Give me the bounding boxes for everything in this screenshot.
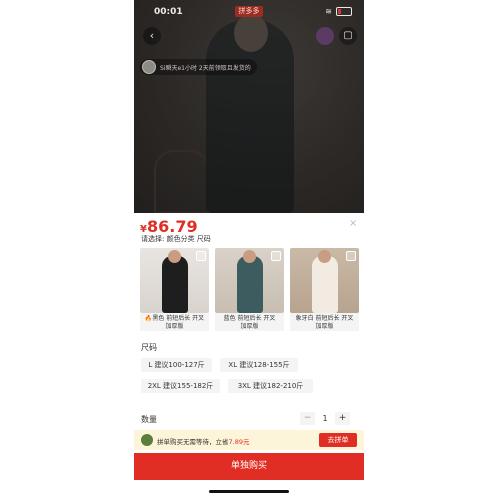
variant-label-line1: 黑色 前短后长 开叉	[152, 315, 205, 322]
variant-blue[interactable]: 蓝色 前短后长 开叉 加厚版	[215, 248, 284, 331]
size-option-xl[interactable]: XL 建议128-155斤	[220, 358, 298, 372]
chevron-left-icon: ‹	[149, 29, 155, 42]
quantity-stepper: − 1 +	[300, 412, 350, 425]
quantity-minus-button[interactable]: −	[300, 412, 315, 425]
dress-shape	[237, 256, 263, 313]
zoom-icon[interactable]	[271, 251, 281, 261]
status-icons: ≋	[325, 7, 352, 16]
variant-label-line2: 加厚版	[240, 322, 259, 330]
model-face	[243, 250, 256, 263]
variant-thumb	[290, 248, 359, 313]
variant-label: 象牙白 前短后长 开叉 加厚版	[290, 313, 359, 331]
variant-label-line2: 加厚版	[315, 322, 334, 330]
group-buy-prefix: 拼单购买无需等待，立省	[157, 438, 229, 446]
model-face	[318, 250, 331, 263]
variant-label: 🔥黑色 前短后长 开叉 加厚版	[140, 313, 209, 331]
quantity-value[interactable]: 1	[315, 414, 335, 423]
avatar	[141, 434, 153, 446]
wifi-icon: ≋	[325, 7, 332, 16]
select-hint: 请选择: 颜色分类 尺码	[141, 235, 211, 243]
more-icon: ▢	[343, 30, 353, 41]
dress-shape	[162, 256, 188, 313]
size-option-2xl[interactable]: 2XL 建议155-182斤	[141, 379, 220, 393]
app-badge: 拼多多	[235, 6, 263, 17]
home-indicator	[209, 490, 289, 493]
variant-label-line1: 蓝色 前短后长 开叉	[223, 315, 276, 322]
notice-text: Si瞬天e1小时 2天前领取且发货的	[160, 64, 251, 72]
sku-sheet: ¥86.79 × 请选择: 颜色分类 尺码 🔥黑色 前短后长 开叉 加厚版 蓝色…	[134, 213, 364, 499]
group-buy-text: 拼单购买无需等待，立省7.89元	[157, 436, 249, 446]
more-button[interactable]: ▢	[339, 27, 357, 45]
close-icon[interactable]: ×	[349, 218, 357, 229]
phone-screen: 00:01 拼多多 ≋ ‹ ▢ Si瞬天e1小时 2天前领取且发货的 ¥86.7…	[134, 0, 364, 499]
variant-list: 🔥黑色 前短后长 开叉 加厚版 蓝色 前短后长 开叉 加厚版 象牙白 前短后长 …	[140, 248, 360, 331]
variant-thumb	[140, 248, 209, 313]
zoom-icon[interactable]	[196, 251, 206, 261]
quantity-plus-button[interactable]: +	[335, 412, 350, 425]
avatar	[142, 60, 156, 74]
size-option-3xl[interactable]: 3XL 建议182-210斤	[228, 379, 313, 393]
group-buy-amount: 7.89元	[228, 438, 250, 446]
buy-alone-button[interactable]: 单独购买	[134, 453, 364, 480]
size-option-l[interactable]: L 建议100-127斤	[141, 358, 212, 372]
product-photo: 00:01 拼多多 ≋ ‹ ▢ Si瞬天e1小时 2天前领取且发货的	[134, 0, 364, 213]
variant-label-line2: 加厚版	[165, 322, 184, 330]
zoom-icon[interactable]	[346, 251, 356, 261]
status-bar: 00:01 拼多多 ≋	[134, 0, 364, 24]
go-group-button[interactable]: 去拼单	[319, 433, 357, 447]
variant-ivory[interactable]: 象牙白 前短后长 开叉 加厚版	[290, 248, 359, 331]
battery-icon	[336, 7, 352, 16]
status-time: 00:01	[154, 7, 183, 17]
quantity-label: 数量	[141, 415, 157, 424]
variant-label-line1: 象牙白 前短后长 开叉	[295, 315, 354, 322]
dress-shape	[312, 256, 338, 313]
purchase-notice: Si瞬天e1小时 2天前领取且发货的	[140, 59, 257, 75]
variant-black[interactable]: 🔥黑色 前短后长 开叉 加厚版	[140, 248, 209, 331]
variant-thumb	[215, 248, 284, 313]
size-title: 尺码	[141, 343, 157, 352]
share-button[interactable]	[316, 27, 334, 45]
variant-label: 蓝色 前短后长 开叉 加厚版	[215, 313, 284, 331]
group-buy-bar: 拼单购买无需等待，立省7.89元 去拼单	[134, 430, 364, 450]
back-button[interactable]: ‹	[143, 27, 161, 45]
model-face	[168, 250, 181, 263]
